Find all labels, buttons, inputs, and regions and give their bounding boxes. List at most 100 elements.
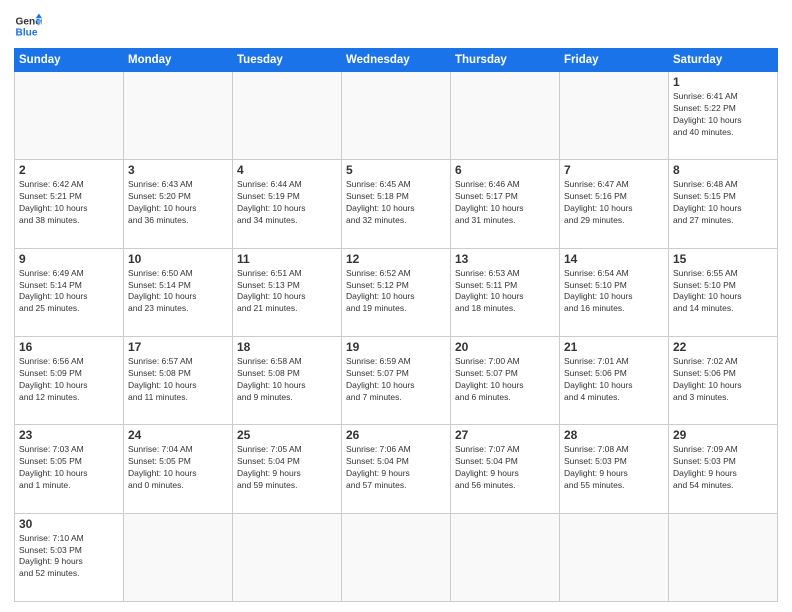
day-number: 23 [19, 428, 119, 442]
day-info: Sunrise: 6:43 AM Sunset: 5:20 PM Dayligh… [128, 179, 228, 227]
day-number: 10 [128, 252, 228, 266]
calendar-day-cell: 24 Sunrise: 7:04 AM Sunset: 5:05 PM Dayli… [124, 425, 233, 513]
day-number: 19 [346, 340, 446, 354]
calendar-day-cell [124, 513, 233, 601]
calendar-day-cell: 5Sunrise: 6:45 AM Sunset: 5:18 PM Daylig… [342, 160, 451, 248]
weekday-header-monday: Monday [124, 49, 233, 72]
day-number: 3 [128, 163, 228, 177]
day-info: Sunrise: 6:56 AM Sunset: 5:09 PM Dayligh… [19, 356, 119, 404]
calendar-day-cell: 28 Sunrise: 7:08 AM Sunset: 5:03 PM Dayli… [560, 425, 669, 513]
day-info: Sunrise: 6:44 AM Sunset: 5:19 PM Dayligh… [237, 179, 337, 227]
calendar-day-cell: 18Sunrise: 6:58 AM Sunset: 5:08 PM Dayli… [233, 336, 342, 424]
calendar-week-row: 2Sunrise: 6:42 AM Sunset: 5:21 PM Daylig… [15, 160, 778, 248]
day-info: Sunrise: 6:47 AM Sunset: 5:16 PM Dayligh… [564, 179, 664, 227]
day-info: Sunrise: 7:01 AM Sunset: 5:06 PM Dayligh… [564, 356, 664, 404]
calendar-day-cell: 1 Sunrise: 6:41 AM Sunset: 5:22 PM Daylig… [669, 72, 778, 160]
day-info: Sunrise: 7:07 AM Sunset: 5:04 PM Dayligh… [455, 444, 555, 492]
svg-text:Blue: Blue [16, 27, 38, 38]
day-number: 25 [237, 428, 337, 442]
day-number: 14 [564, 252, 664, 266]
day-number: 22 [673, 340, 773, 354]
calendar-day-cell: 9 Sunrise: 6:49 AM Sunset: 5:14 PM Daylig… [15, 248, 124, 336]
day-number: 4 [237, 163, 337, 177]
calendar-day-cell: 26 Sunrise: 7:06 AM Sunset: 5:04 PM Dayli… [342, 425, 451, 513]
logo: General Blue [14, 12, 42, 40]
day-number: 28 [564, 428, 664, 442]
calendar-day-cell: 3 Sunrise: 6:43 AM Sunset: 5:20 PM Daylig… [124, 160, 233, 248]
calendar-day-cell: 2Sunrise: 6:42 AM Sunset: 5:21 PM Daylig… [15, 160, 124, 248]
day-info: Sunrise: 7:06 AM Sunset: 5:04 PM Dayligh… [346, 444, 446, 492]
day-info: Sunrise: 6:55 AM Sunset: 5:10 PM Dayligh… [673, 268, 773, 316]
calendar-day-cell: 11 Sunrise: 6:51 AM Sunset: 5:13 PM Dayli… [233, 248, 342, 336]
day-number: 24 [128, 428, 228, 442]
calendar-day-cell [233, 72, 342, 160]
day-info: Sunrise: 7:03 AM Sunset: 5:05 PM Dayligh… [19, 444, 119, 492]
day-info: Sunrise: 7:04 AM Sunset: 5:05 PM Dayligh… [128, 444, 228, 492]
calendar-day-cell: 6Sunrise: 6:46 AM Sunset: 5:17 PM Daylig… [451, 160, 560, 248]
day-number: 9 [19, 252, 119, 266]
calendar-day-cell: 19Sunrise: 6:59 AM Sunset: 5:07 PM Dayli… [342, 336, 451, 424]
calendar-day-cell [342, 513, 451, 601]
calendar-day-cell: 12 Sunrise: 6:52 AM Sunset: 5:12 PM Dayli… [342, 248, 451, 336]
day-info: Sunrise: 6:51 AM Sunset: 5:13 PM Dayligh… [237, 268, 337, 316]
weekday-header-thursday: Thursday [451, 49, 560, 72]
day-info: Sunrise: 6:49 AM Sunset: 5:14 PM Dayligh… [19, 268, 119, 316]
day-number: 15 [673, 252, 773, 266]
page: General Blue SundayMondayTuesdayWednesda… [0, 0, 792, 612]
calendar-table: SundayMondayTuesdayWednesdayThursdayFrid… [14, 48, 778, 602]
day-number: 11 [237, 252, 337, 266]
calendar-day-cell [342, 72, 451, 160]
day-number: 7 [564, 163, 664, 177]
day-info: Sunrise: 7:00 AM Sunset: 5:07 PM Dayligh… [455, 356, 555, 404]
calendar-day-cell [233, 513, 342, 601]
calendar-day-cell: 17 Sunrise: 6:57 AM Sunset: 5:08 PM Dayli… [124, 336, 233, 424]
calendar-day-cell: 23 Sunrise: 7:03 AM Sunset: 5:05 PM Dayli… [15, 425, 124, 513]
calendar-day-cell [560, 72, 669, 160]
calendar-day-cell [451, 72, 560, 160]
calendar-day-cell [15, 72, 124, 160]
day-number: 21 [564, 340, 664, 354]
day-info: Sunrise: 6:46 AM Sunset: 5:17 PM Dayligh… [455, 179, 555, 227]
day-number: 30 [19, 517, 119, 531]
calendar-week-row: 16 Sunrise: 6:56 AM Sunset: 5:09 PM Dayli… [15, 336, 778, 424]
calendar-day-cell [451, 513, 560, 601]
day-info: Sunrise: 6:42 AM Sunset: 5:21 PM Dayligh… [19, 179, 119, 227]
calendar-day-cell: 16 Sunrise: 6:56 AM Sunset: 5:09 PM Dayli… [15, 336, 124, 424]
header: General Blue [14, 12, 778, 40]
day-info: Sunrise: 7:10 AM Sunset: 5:03 PM Dayligh… [19, 533, 119, 581]
calendar-day-cell: 4 Sunrise: 6:44 AM Sunset: 5:19 PM Daylig… [233, 160, 342, 248]
day-info: Sunrise: 6:57 AM Sunset: 5:08 PM Dayligh… [128, 356, 228, 404]
day-info: Sunrise: 7:09 AM Sunset: 5:03 PM Dayligh… [673, 444, 773, 492]
day-number: 13 [455, 252, 555, 266]
day-info: Sunrise: 6:48 AM Sunset: 5:15 PM Dayligh… [673, 179, 773, 227]
day-info: Sunrise: 7:05 AM Sunset: 5:04 PM Dayligh… [237, 444, 337, 492]
calendar-day-cell: 10 Sunrise: 6:50 AM Sunset: 5:14 PM Dayli… [124, 248, 233, 336]
day-number: 1 [673, 75, 773, 89]
weekday-header-friday: Friday [560, 49, 669, 72]
calendar-day-cell: 20 Sunrise: 7:00 AM Sunset: 5:07 PM Dayli… [451, 336, 560, 424]
day-number: 8 [673, 163, 773, 177]
day-info: Sunrise: 6:41 AM Sunset: 5:22 PM Dayligh… [673, 91, 773, 139]
calendar-week-row: 1 Sunrise: 6:41 AM Sunset: 5:22 PM Daylig… [15, 72, 778, 160]
weekday-header-row: SundayMondayTuesdayWednesdayThursdayFrid… [15, 49, 778, 72]
calendar-day-cell [560, 513, 669, 601]
weekday-header-tuesday: Tuesday [233, 49, 342, 72]
day-info: Sunrise: 6:52 AM Sunset: 5:12 PM Dayligh… [346, 268, 446, 316]
calendar-day-cell: 22Sunrise: 7:02 AM Sunset: 5:06 PM Dayli… [669, 336, 778, 424]
day-number: 29 [673, 428, 773, 442]
day-number: 17 [128, 340, 228, 354]
calendar-day-cell: 13Sunrise: 6:53 AM Sunset: 5:11 PM Dayli… [451, 248, 560, 336]
day-info: Sunrise: 7:08 AM Sunset: 5:03 PM Dayligh… [564, 444, 664, 492]
weekday-header-wednesday: Wednesday [342, 49, 451, 72]
calendar-day-cell: 25 Sunrise: 7:05 AM Sunset: 5:04 PM Dayli… [233, 425, 342, 513]
day-number: 16 [19, 340, 119, 354]
day-number: 20 [455, 340, 555, 354]
calendar-week-row: 30 Sunrise: 7:10 AM Sunset: 5:03 PM Dayli… [15, 513, 778, 601]
calendar-day-cell: 27Sunrise: 7:07 AM Sunset: 5:04 PM Dayli… [451, 425, 560, 513]
day-number: 26 [346, 428, 446, 442]
day-number: 12 [346, 252, 446, 266]
day-info: Sunrise: 6:50 AM Sunset: 5:14 PM Dayligh… [128, 268, 228, 316]
calendar-day-cell: 14Sunrise: 6:54 AM Sunset: 5:10 PM Dayli… [560, 248, 669, 336]
calendar-day-cell: 21 Sunrise: 7:01 AM Sunset: 5:06 PM Dayli… [560, 336, 669, 424]
calendar-day-cell: 15 Sunrise: 6:55 AM Sunset: 5:10 PM Dayli… [669, 248, 778, 336]
